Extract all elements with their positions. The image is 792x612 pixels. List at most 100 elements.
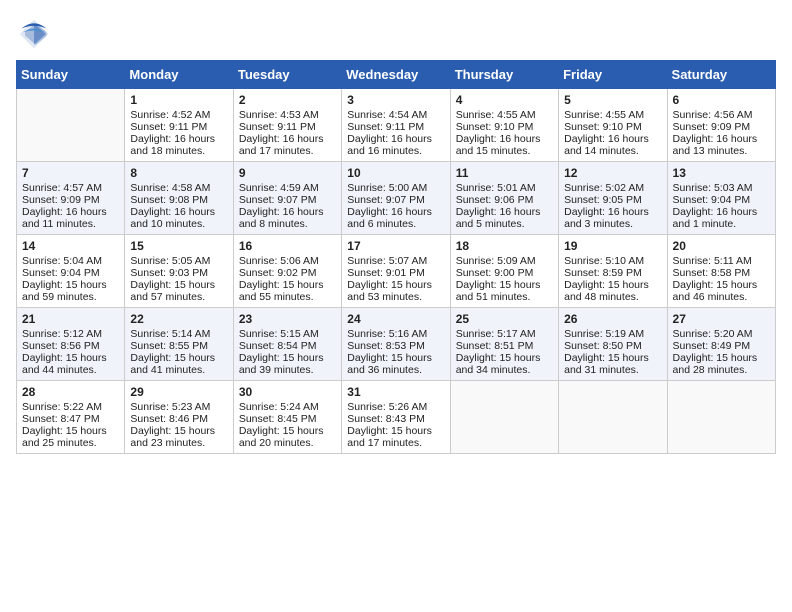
day-info-line: Daylight: 15 hours xyxy=(347,425,444,437)
day-info-line: and 17 minutes. xyxy=(239,145,336,157)
day-number: 23 xyxy=(239,312,336,326)
logo xyxy=(16,16,56,52)
day-info-line: Sunset: 9:03 PM xyxy=(130,267,227,279)
day-info-line: and 41 minutes. xyxy=(130,364,227,376)
day-info-line: Sunset: 9:02 PM xyxy=(239,267,336,279)
calendar-cell: 20Sunrise: 5:11 AMSunset: 8:58 PMDayligh… xyxy=(667,235,775,308)
day-info-line: Sunset: 8:51 PM xyxy=(456,340,553,352)
day-number: 2 xyxy=(239,93,336,107)
day-info-line: Sunset: 8:59 PM xyxy=(564,267,661,279)
day-info-line: Sunrise: 4:55 AM xyxy=(456,109,553,121)
day-number: 18 xyxy=(456,239,553,253)
calendar-cell: 14Sunrise: 5:04 AMSunset: 9:04 PMDayligh… xyxy=(17,235,125,308)
day-info-line: Sunset: 9:00 PM xyxy=(456,267,553,279)
day-info-line: Sunset: 9:07 PM xyxy=(347,194,444,206)
day-info-line: Sunset: 9:04 PM xyxy=(22,267,119,279)
day-info-line: Sunset: 8:53 PM xyxy=(347,340,444,352)
day-info-line: Daylight: 16 hours xyxy=(673,206,770,218)
calendar-cell: 23Sunrise: 5:15 AMSunset: 8:54 PMDayligh… xyxy=(233,308,341,381)
day-info-line: Sunrise: 5:26 AM xyxy=(347,401,444,413)
calendar-cell xyxy=(559,381,667,454)
calendar-cell: 25Sunrise: 5:17 AMSunset: 8:51 PMDayligh… xyxy=(450,308,558,381)
day-number: 24 xyxy=(347,312,444,326)
day-number: 5 xyxy=(564,93,661,107)
day-info-line: Sunset: 9:07 PM xyxy=(239,194,336,206)
day-info-line: Daylight: 15 hours xyxy=(239,352,336,364)
day-info-line: Sunset: 9:09 PM xyxy=(673,121,770,133)
day-number: 8 xyxy=(130,166,227,180)
day-info-line: and 23 minutes. xyxy=(130,437,227,449)
day-info-line: Sunset: 9:10 PM xyxy=(456,121,553,133)
day-number: 21 xyxy=(22,312,119,326)
day-info-line: Sunrise: 4:57 AM xyxy=(22,182,119,194)
day-info-line: Daylight: 15 hours xyxy=(347,352,444,364)
day-info-line: Daylight: 15 hours xyxy=(239,279,336,291)
day-number: 9 xyxy=(239,166,336,180)
day-info-line: and 16 minutes. xyxy=(347,145,444,157)
day-info-line: and 3 minutes. xyxy=(564,218,661,230)
calendar-cell: 17Sunrise: 5:07 AMSunset: 9:01 PMDayligh… xyxy=(342,235,450,308)
day-info-line: Daylight: 16 hours xyxy=(564,206,661,218)
day-info-line: and 57 minutes. xyxy=(130,291,227,303)
day-info-line: Sunset: 9:11 PM xyxy=(239,121,336,133)
calendar-cell: 13Sunrise: 5:03 AMSunset: 9:04 PMDayligh… xyxy=(667,162,775,235)
day-info-line: Sunrise: 5:07 AM xyxy=(347,255,444,267)
day-info-line: Daylight: 15 hours xyxy=(239,425,336,437)
day-info-line: Daylight: 16 hours xyxy=(239,206,336,218)
day-info-line: Sunrise: 5:09 AM xyxy=(456,255,553,267)
day-info-line: and 10 minutes. xyxy=(130,218,227,230)
day-info-line: Sunrise: 4:55 AM xyxy=(564,109,661,121)
day-number: 30 xyxy=(239,385,336,399)
calendar-cell: 22Sunrise: 5:14 AMSunset: 8:55 PMDayligh… xyxy=(125,308,233,381)
day-info-line: Sunset: 9:10 PM xyxy=(564,121,661,133)
day-info-line: Daylight: 16 hours xyxy=(456,133,553,145)
day-info-line: Sunset: 9:08 PM xyxy=(130,194,227,206)
day-info-line: Sunrise: 5:10 AM xyxy=(564,255,661,267)
day-info-line: Daylight: 15 hours xyxy=(347,279,444,291)
day-of-week-header: Friday xyxy=(559,61,667,89)
day-number: 7 xyxy=(22,166,119,180)
day-info-line: and 55 minutes. xyxy=(239,291,336,303)
day-info-line: and 13 minutes. xyxy=(673,145,770,157)
day-info-line: Sunrise: 5:14 AM xyxy=(130,328,227,340)
calendar-cell: 8Sunrise: 4:58 AMSunset: 9:08 PMDaylight… xyxy=(125,162,233,235)
day-info-line: Sunrise: 5:12 AM xyxy=(22,328,119,340)
day-number: 12 xyxy=(564,166,661,180)
day-of-week-header: Saturday xyxy=(667,61,775,89)
day-info-line: Sunset: 8:43 PM xyxy=(347,413,444,425)
calendar-cell: 5Sunrise: 4:55 AMSunset: 9:10 PMDaylight… xyxy=(559,89,667,162)
day-number: 16 xyxy=(239,239,336,253)
day-info-line: and 8 minutes. xyxy=(239,218,336,230)
day-info-line: Sunrise: 4:53 AM xyxy=(239,109,336,121)
day-info-line: Daylight: 16 hours xyxy=(456,206,553,218)
calendar-week-row: 21Sunrise: 5:12 AMSunset: 8:56 PMDayligh… xyxy=(17,308,776,381)
day-number: 22 xyxy=(130,312,227,326)
day-info-line: Sunrise: 5:02 AM xyxy=(564,182,661,194)
day-info-line: Daylight: 15 hours xyxy=(22,352,119,364)
day-info-line: and 28 minutes. xyxy=(673,364,770,376)
day-info-line: and 17 minutes. xyxy=(347,437,444,449)
day-info-line: Daylight: 16 hours xyxy=(22,206,119,218)
calendar-cell: 3Sunrise: 4:54 AMSunset: 9:11 PMDaylight… xyxy=(342,89,450,162)
day-info-line: Daylight: 15 hours xyxy=(673,352,770,364)
calendar-cell: 10Sunrise: 5:00 AMSunset: 9:07 PMDayligh… xyxy=(342,162,450,235)
calendar-cell: 24Sunrise: 5:16 AMSunset: 8:53 PMDayligh… xyxy=(342,308,450,381)
calendar-cell: 9 Sunrise: 4:59 AMSunset: 9:07 PMDaylight… xyxy=(233,162,341,235)
day-info-line: Sunset: 8:46 PM xyxy=(130,413,227,425)
day-number: 29 xyxy=(130,385,227,399)
day-info-line: Daylight: 15 hours xyxy=(564,352,661,364)
day-info-line: Daylight: 16 hours xyxy=(347,206,444,218)
calendar-cell: 18Sunrise: 5:09 AMSunset: 9:00 PMDayligh… xyxy=(450,235,558,308)
calendar-cell xyxy=(17,89,125,162)
day-info-line: and 5 minutes. xyxy=(456,218,553,230)
day-info-line: Sunrise: 5:03 AM xyxy=(673,182,770,194)
day-info-line: Sunrise: 4:58 AM xyxy=(130,182,227,194)
calendar-cell: 11Sunrise: 5:01 AMSunset: 9:06 PMDayligh… xyxy=(450,162,558,235)
day-info-line: and 20 minutes. xyxy=(239,437,336,449)
day-info-line: Daylight: 16 hours xyxy=(239,133,336,145)
day-info-line: Daylight: 16 hours xyxy=(673,133,770,145)
calendar-cell: 27Sunrise: 5:20 AMSunset: 8:49 PMDayligh… xyxy=(667,308,775,381)
day-info-line: Sunrise: 4:59 AM xyxy=(239,182,336,194)
logo-icon xyxy=(16,16,52,52)
day-info-line: Daylight: 15 hours xyxy=(456,352,553,364)
